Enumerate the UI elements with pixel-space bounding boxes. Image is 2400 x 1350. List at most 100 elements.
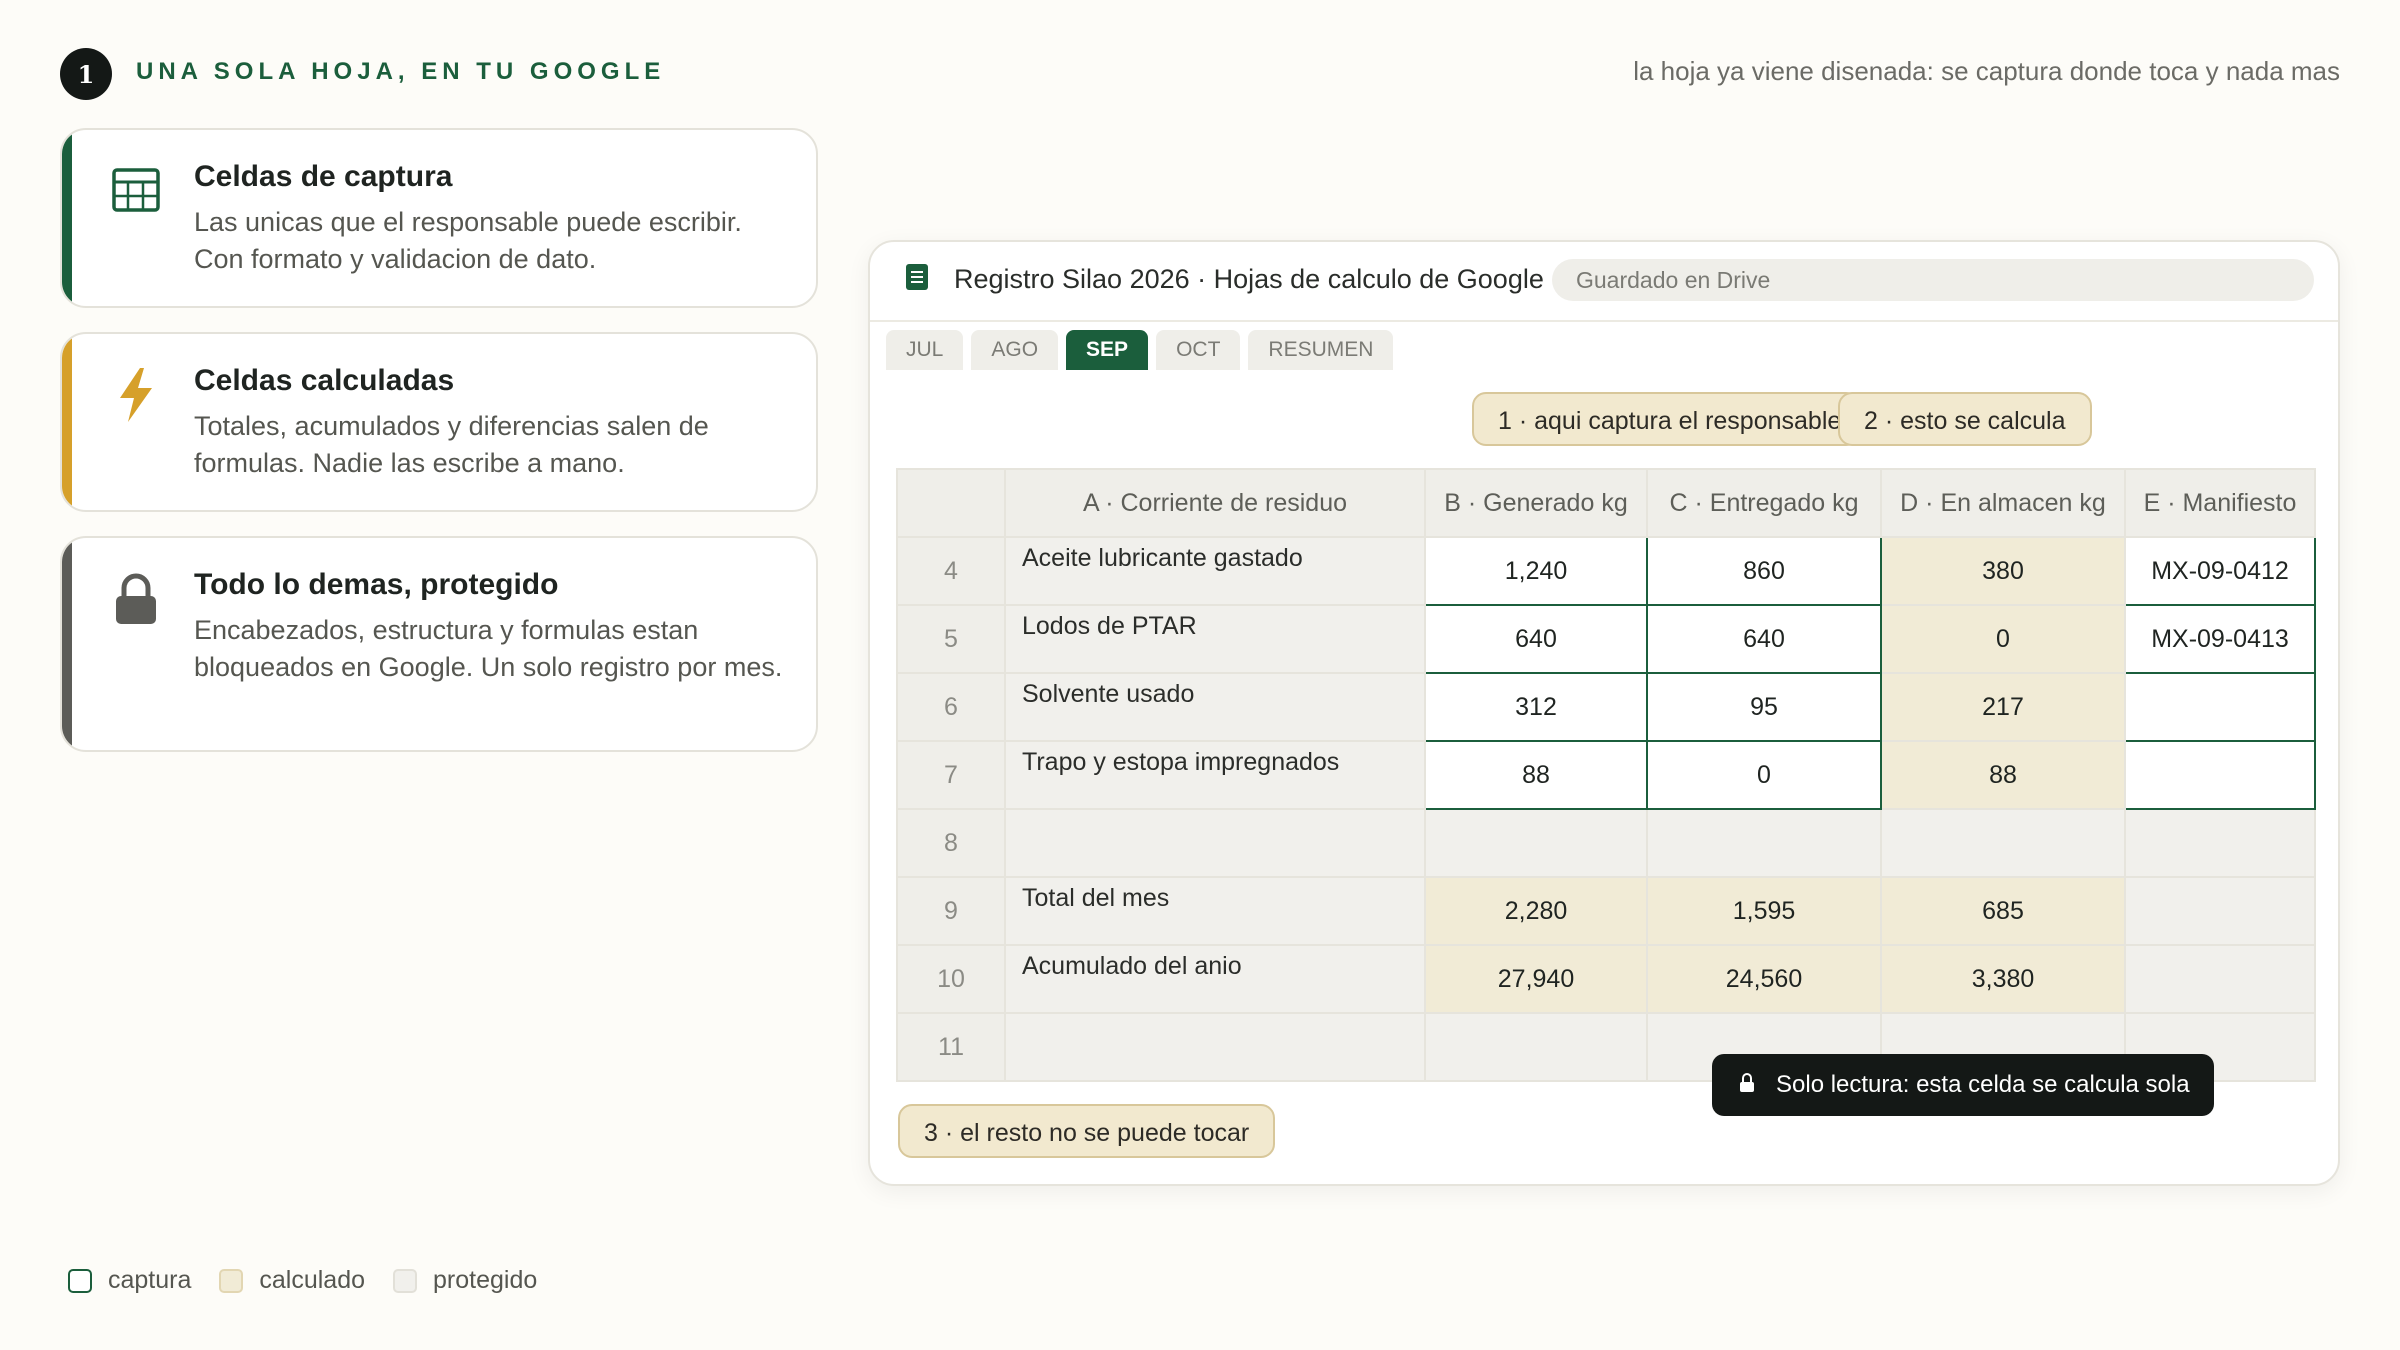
table-row: 10 Acumulado del anio 27,940 24,560 3,38…	[896, 944, 2316, 1014]
calculated-cell: 217	[1880, 672, 2126, 742]
capture-cell[interactable]: 640	[1646, 604, 1882, 674]
capture-cell[interactable]: 860	[1646, 536, 1882, 606]
tab-ago[interactable]: AGO	[971, 330, 1059, 370]
card-description: Las unicas que el responsable puede escr…	[194, 207, 742, 274]
table-row: 9 Total del mes 2,280 1,595 685	[896, 876, 2316, 946]
legend-swatch-protected	[393, 1268, 418, 1293]
card-protected-cells: Todo lo demas, protegido Encabezados, es…	[60, 536, 818, 752]
protected-cell	[2124, 876, 2316, 946]
capture-cell[interactable]: 88	[1424, 740, 1648, 810]
table-row: 4 Aceite lubricante gastado 1,240 860 38…	[896, 536, 2316, 606]
column-header: C · Entregado kg	[1646, 468, 1882, 538]
calculated-cell: 0	[1880, 604, 2126, 674]
table-row: 6 Solvente usado 312 95 217	[896, 672, 2316, 742]
step-number: 1	[77, 59, 95, 89]
table-row: 5 Lodos de PTAR 640 640 0 MX-09-0413	[896, 604, 2316, 674]
callout-capture: 1 · aqui captura el responsable	[1472, 392, 1860, 446]
protected-cell	[2124, 944, 2316, 1014]
capture-cell[interactable]: MX-09-0412	[2124, 536, 2316, 606]
spreadsheet-grid: A · Corriente de residuo B · Generado kg…	[896, 468, 2316, 1082]
tab-oct[interactable]: OCT	[1156, 330, 1241, 370]
calculated-cell: 3,380	[1880, 944, 2126, 1014]
corner-cell	[896, 468, 1006, 538]
capture-cell[interactable]: MX-09-0413	[2124, 604, 2316, 674]
row-number: 5	[896, 604, 1006, 674]
callout-calculated: 2 · esto se calcula	[1838, 392, 2092, 446]
cumulative-label: Acumulado del anio	[1004, 944, 1426, 1014]
table-row: 8	[896, 808, 2316, 878]
legend-item-capture: captura	[68, 1266, 191, 1295]
calculated-cell: 685	[1880, 876, 2126, 946]
sheets-doc-icon	[906, 264, 928, 290]
calculated-cell: 2,280	[1424, 876, 1648, 946]
section-tagline: la hoja ya viene disenada: se captura do…	[1633, 56, 2340, 86]
calculated-cell: 27,940	[1424, 944, 1648, 1014]
capture-cell[interactable]	[2124, 672, 2316, 742]
residue-name: Trapo y estopa impregnados	[1004, 740, 1426, 810]
callout-protected: 3 · el resto no se puede tocar	[898, 1104, 1276, 1158]
readonly-tooltip: Solo lectura: esta celda se calcula sola	[1712, 1054, 2214, 1116]
capture-cell[interactable]: 312	[1424, 672, 1648, 742]
card-capture-cells: Celdas de captura Las unicas que el resp…	[60, 128, 818, 308]
total-label: Total del mes	[1004, 876, 1426, 946]
legend-swatch-capture	[68, 1268, 92, 1293]
residue-name: Solvente usado	[1004, 672, 1426, 742]
spreadsheet-window: Registro Silao 2026 · Hojas de calculo d…	[868, 240, 2340, 1186]
residue-name	[1004, 808, 1426, 878]
spreadsheet-titlebar: Registro Silao 2026 · Hojas de calculo d…	[870, 242, 2338, 322]
protected-cell	[1646, 808, 1882, 878]
legend-label: calculado	[259, 1266, 366, 1294]
capture-cell[interactable]: 1,240	[1424, 536, 1648, 606]
legend-item-protected: protegido	[393, 1266, 537, 1295]
capture-cell[interactable]: 95	[1646, 672, 1882, 742]
document-title: Registro Silao 2026 · Hojas de calculo d…	[954, 264, 1544, 294]
lock-icon	[116, 573, 156, 624]
card-description: Encabezados, estructura y formulas estan…	[194, 615, 783, 682]
capture-cell[interactable]: 0	[1646, 740, 1882, 810]
lock-icon	[1740, 1073, 1754, 1092]
column-header: B · Generado kg	[1424, 468, 1648, 538]
residue-name: Lodos de PTAR	[1004, 604, 1426, 674]
column-header-row: A · Corriente de residuo B · Generado kg…	[896, 468, 2316, 538]
legend: captura calculado protegido	[68, 1266, 565, 1295]
card-title: Todo lo demas, protegido	[194, 568, 559, 601]
capture-cell[interactable]	[2124, 740, 2316, 810]
section-heading: UNA SOLA HOJA, EN TU GOOGLE	[136, 58, 666, 85]
row-number: 4	[896, 536, 1006, 606]
card-title: Celdas calculadas	[194, 364, 455, 397]
legend-label: protegido	[433, 1266, 538, 1294]
tooltip-text: Solo lectura: esta celda se calcula sola	[1776, 1071, 2190, 1098]
calculated-cell: 1,595	[1646, 876, 1882, 946]
column-header: D · En almacen kg	[1880, 468, 2126, 538]
row-number: 11	[896, 1012, 1006, 1082]
protected-cell	[1424, 808, 1648, 878]
step-number-badge: 1	[60, 48, 112, 100]
card-description: Totales, acumulados y diferencias salen …	[194, 411, 709, 478]
row-number: 6	[896, 672, 1006, 742]
capture-cell[interactable]: 640	[1424, 604, 1648, 674]
residue-name	[1004, 1012, 1426, 1082]
card-calculated-cells: Celdas calculadas Totales, acumulados y …	[60, 332, 818, 512]
column-header: A · Corriente de residuo	[1004, 468, 1426, 538]
tab-sep[interactable]: SEP	[1066, 330, 1149, 370]
calculated-cell: 380	[1880, 536, 2126, 606]
saved-status: Guardado en Drive	[1552, 259, 2314, 301]
protected-cell	[1880, 808, 2126, 878]
table-row: 7 Trapo y estopa impregnados 88 0 88	[896, 740, 2316, 810]
legend-swatch-calculated	[219, 1268, 244, 1293]
lightning-icon	[120, 368, 152, 422]
legend-label: captura	[108, 1266, 192, 1294]
calculated-cell: 88	[1880, 740, 2126, 810]
residue-name: Aceite lubricante gastado	[1004, 536, 1426, 606]
card-title: Celdas de captura	[194, 160, 453, 193]
legend-item-calculated: calculado	[219, 1266, 365, 1295]
grid-icon	[112, 168, 160, 212]
calculated-cell: 24,560	[1646, 944, 1882, 1014]
tab-resumen[interactable]: RESUMEN	[1248, 330, 1394, 370]
row-number: 9	[896, 876, 1006, 946]
row-number: 7	[896, 740, 1006, 810]
column-header: E · Manifiesto	[2124, 468, 2316, 538]
tab-jul[interactable]: JUL	[886, 330, 964, 370]
sheet-tabs: JUL AGO SEP OCT RESUMEN	[886, 330, 1394, 370]
row-number: 8	[896, 808, 1006, 878]
